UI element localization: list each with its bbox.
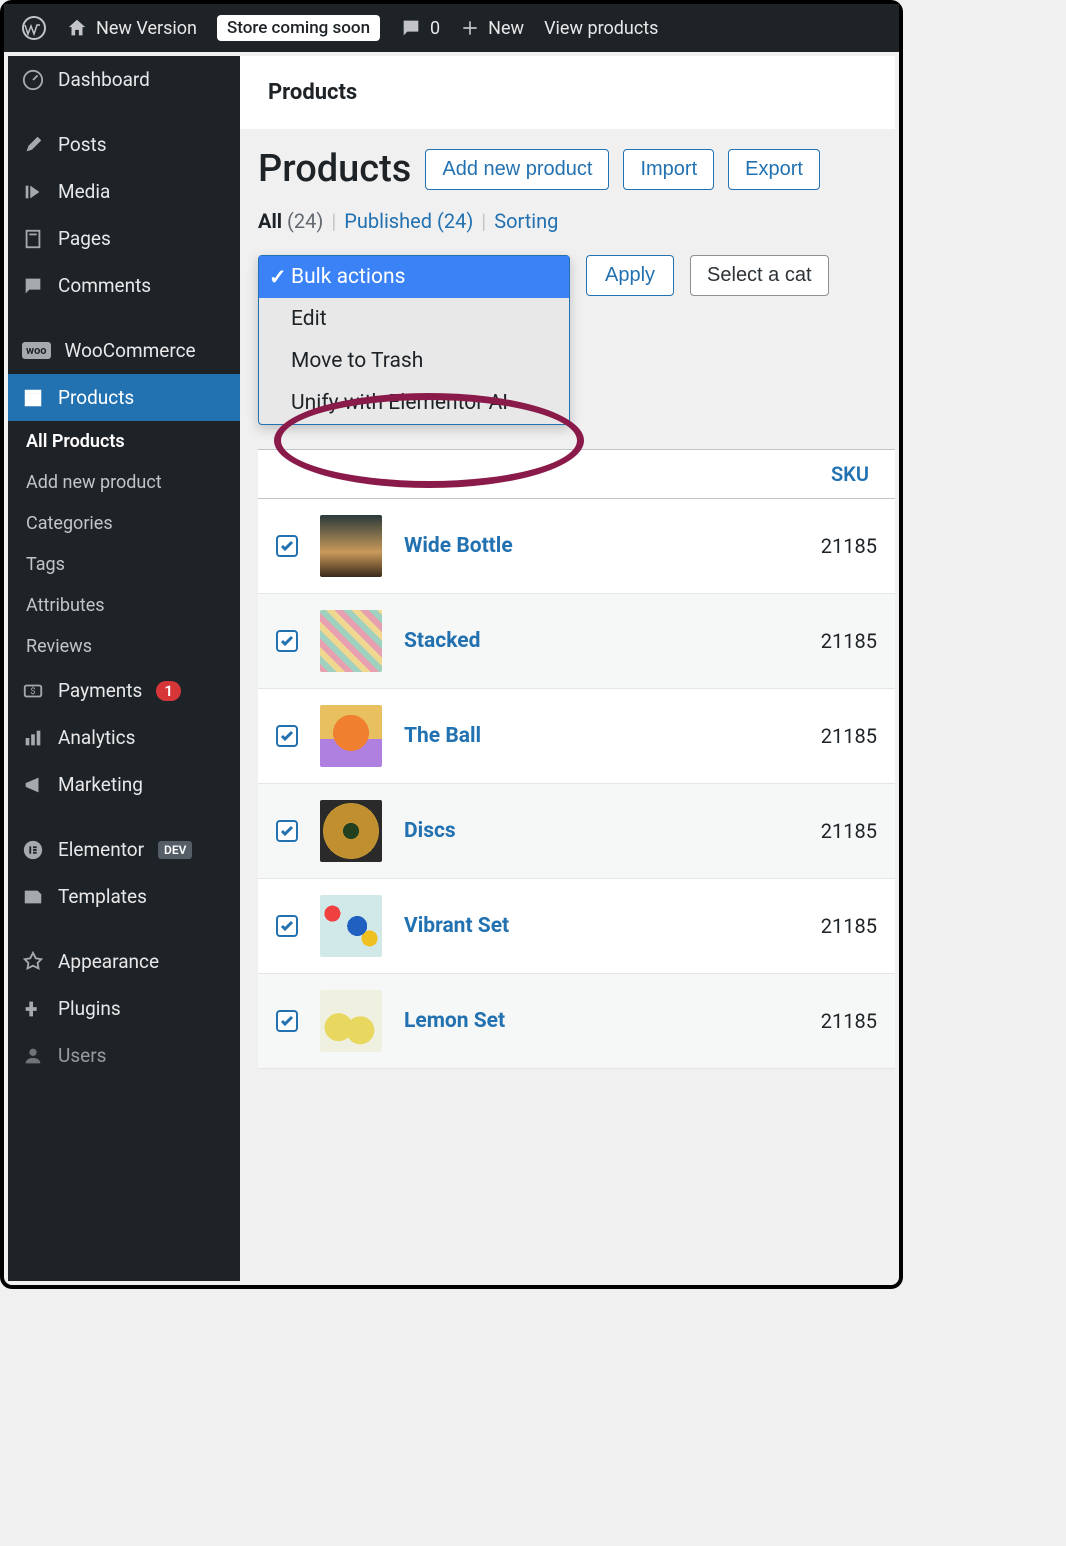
product-name-link[interactable]: Lemon Set: [404, 1009, 799, 1033]
menu-plugins[interactable]: Plugins: [8, 985, 240, 1032]
menu-marketing[interactable]: Marketing: [8, 761, 240, 808]
table-row: Discs 21185: [258, 784, 895, 879]
menu-posts[interactable]: Posts: [8, 121, 240, 168]
woo-icon: woo: [22, 342, 51, 359]
store-status-badge[interactable]: Store coming soon: [207, 15, 390, 41]
submenu-add-new[interactable]: Add new product: [8, 462, 240, 503]
product-name-link[interactable]: Stacked: [404, 629, 799, 653]
new-link[interactable]: New: [450, 18, 534, 39]
submenu-all-products[interactable]: All Products: [8, 421, 240, 462]
product-sku: 21185: [821, 629, 877, 653]
product-name-link[interactable]: Discs: [404, 819, 799, 843]
menu-dashboard[interactable]: Dashboard: [8, 56, 240, 103]
product-sku: 21185: [821, 1009, 877, 1033]
admin-sidebar: Dashboard Posts Media Pages Comments woo…: [8, 56, 240, 1281]
filter-sorting[interactable]: Sorting: [494, 209, 558, 233]
menu-products[interactable]: Products: [8, 374, 240, 421]
page-title: Products: [258, 147, 411, 191]
row-checkbox[interactable]: [276, 1010, 298, 1032]
product-sku: 21185: [821, 534, 877, 558]
view-products-link[interactable]: View products: [534, 18, 668, 39]
new-version-label: New Version: [96, 18, 197, 39]
menu-comments[interactable]: Comments: [8, 262, 240, 309]
menu-media[interactable]: Media: [8, 168, 240, 215]
submenu-attributes[interactable]: Attributes: [8, 585, 240, 626]
payments-count-badge: 1: [156, 681, 181, 701]
filter-published[interactable]: Published (24): [344, 209, 473, 233]
admin-bar: New Version Store coming soon 0 New View…: [4, 4, 899, 52]
products-submenu: All Products Add new product Categories …: [8, 421, 240, 667]
apply-button[interactable]: Apply: [586, 255, 674, 296]
product-sku: 21185: [821, 819, 877, 843]
add-new-product-button[interactable]: Add new product: [425, 149, 609, 190]
product-thumbnail[interactable]: [320, 515, 382, 577]
bulk-option-edit[interactable]: Edit: [259, 298, 569, 340]
product-name-link[interactable]: Wide Bottle: [404, 534, 799, 558]
table-row: The Ball 21185: [258, 689, 895, 784]
product-thumbnail[interactable]: [320, 895, 382, 957]
menu-analytics[interactable]: Analytics: [8, 714, 240, 761]
row-checkbox[interactable]: [276, 725, 298, 747]
sku-column-header[interactable]: SKU: [831, 462, 877, 486]
export-button[interactable]: Export: [728, 149, 820, 190]
row-checkbox[interactable]: [276, 535, 298, 557]
product-thumbnail[interactable]: [320, 990, 382, 1052]
dev-badge: DEV: [158, 841, 192, 859]
product-sku: 21185: [821, 914, 877, 938]
row-checkbox[interactable]: [276, 820, 298, 842]
row-checkbox[interactable]: [276, 630, 298, 652]
row-checkbox[interactable]: [276, 915, 298, 937]
submenu-categories[interactable]: Categories: [8, 503, 240, 544]
page-header: Products: [240, 56, 895, 129]
product-name-link[interactable]: Vibrant Set: [404, 914, 799, 938]
bulk-option-bulk-actions[interactable]: Bulk actions: [259, 256, 569, 298]
select-category-dropdown[interactable]: Select a cat: [690, 255, 829, 296]
menu-elementor[interactable]: ElementorDEV: [8, 826, 240, 873]
product-thumbnail[interactable]: [320, 705, 382, 767]
bulk-actions-dropdown[interactable]: Bulk actions Edit Move to Trash Unify wi…: [258, 255, 570, 425]
bulk-option-unify-ai[interactable]: Unify with Elementor AI: [259, 382, 569, 424]
menu-payments[interactable]: $Payments1: [8, 667, 240, 714]
table-row: Stacked 21185: [258, 594, 895, 689]
comments-link[interactable]: 0: [390, 17, 450, 39]
table-row: Wide Bottle 21185: [258, 499, 895, 594]
filter-all[interactable]: All (24): [258, 209, 323, 233]
submenu-reviews[interactable]: Reviews: [8, 626, 240, 667]
home-icon[interactable]: New Version: [56, 17, 207, 39]
product-thumbnail[interactable]: [320, 610, 382, 672]
wp-logo[interactable]: [12, 16, 56, 40]
submenu-tags[interactable]: Tags: [8, 544, 240, 585]
main-content: Products Products Add new product Import…: [240, 56, 895, 1281]
menu-pages[interactable]: Pages: [8, 215, 240, 262]
menu-woocommerce[interactable]: wooWooCommerce: [8, 327, 240, 374]
import-button[interactable]: Import: [623, 149, 714, 190]
menu-users[interactable]: Users: [8, 1032, 240, 1079]
menu-appearance[interactable]: Appearance: [8, 938, 240, 985]
products-table-header: SKU: [258, 449, 895, 499]
product-name-link[interactable]: The Ball: [404, 724, 799, 748]
table-row: Vibrant Set 21185: [258, 879, 895, 974]
bulk-option-move-trash[interactable]: Move to Trash: [259, 340, 569, 382]
table-row: Lemon Set 21185: [258, 974, 895, 1069]
svg-text:$: $: [30, 685, 35, 696]
menu-templates[interactable]: Templates: [8, 873, 240, 920]
product-thumbnail[interactable]: [320, 800, 382, 862]
product-sku: 21185: [821, 724, 877, 748]
status-filter-links: All (24) | Published (24) | Sorting: [258, 209, 895, 233]
